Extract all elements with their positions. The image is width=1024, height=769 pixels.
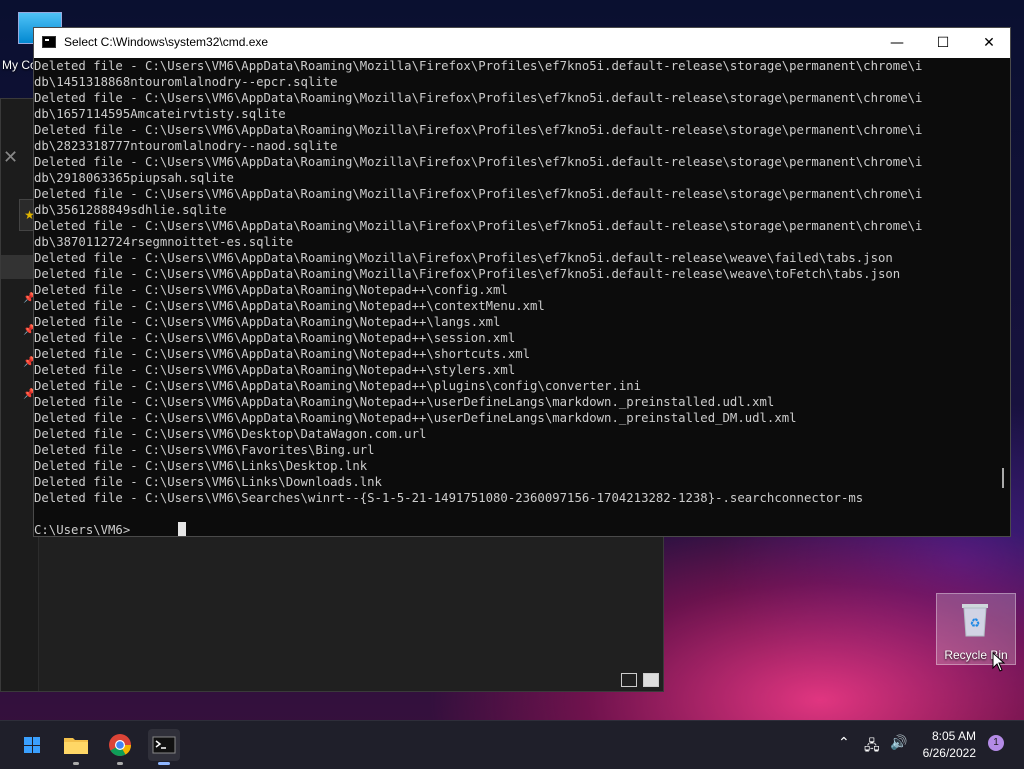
console-scrollbar[interactable]: [996, 58, 1010, 536]
maximize-button[interactable]: ☐: [920, 28, 966, 58]
console-line: Deleted file - C:\Users\VM6\Favorites\Bi…: [34, 443, 375, 457]
console-line: Deleted file - C:\Users\VM6\AppData\Roam…: [34, 123, 923, 137]
folder-icon: [64, 738, 88, 754]
cmd-window[interactable]: Select C:\Windows\system32\cmd.exe — ☐ ✕…: [33, 27, 1011, 537]
console-line: Deleted file - C:\Users\VM6\AppData\Roam…: [34, 91, 923, 105]
console-line: Deleted file - C:\Users\VM6\Links\Deskto…: [34, 459, 368, 473]
svg-text:♻: ♻: [970, 616, 981, 630]
console-line: Deleted file - C:\Users\VM6\AppData\Roam…: [34, 59, 923, 73]
console-line: Deleted file - C:\Users\VM6\AppData\Roam…: [34, 155, 923, 169]
clock-date[interactable]: 6/26/2022: [910, 746, 976, 760]
window-title: Select C:\Windows\system32\cmd.exe: [64, 35, 269, 49]
prompt-text: C:\Users\VM6>: [34, 523, 131, 536]
pin-icon: 📌: [23, 293, 36, 304]
pin-icon: 📌: [23, 357, 36, 368]
command-prompt[interactable]: C:\Users\VM6>: [34, 522, 996, 536]
running-indicator: [117, 762, 123, 765]
console-line: db\2918063365piupsah.sqlite: [34, 171, 234, 185]
cmd-titlebar[interactable]: Select C:\Windows\system32\cmd.exe — ☐ ✕: [34, 28, 1010, 58]
chevron-up-icon[interactable]: ⌃: [838, 735, 850, 751]
scrollbar-thumb[interactable]: [1002, 468, 1004, 488]
taskbar: ⌃ 🖧 🔊 8:05 AM 6/26/2022: [0, 720, 1024, 769]
console-line: Deleted file - C:\Users\VM6\AppData\Roam…: [34, 251, 893, 265]
console-line: db\1451318868ntouromlalnodry--epcr.sqlit…: [34, 75, 338, 89]
console-line: Deleted file - C:\Users\VM6\AppData\Roam…: [34, 347, 531, 361]
console-line: Deleted file - C:\Users\VM6\Searches\win…: [34, 491, 864, 505]
close-button[interactable]: ✕: [966, 28, 1012, 58]
active-indicator: [158, 762, 170, 765]
details-view-icon[interactable]: [621, 673, 637, 687]
console-line: Deleted file - C:\Users\VM6\AppData\Roam…: [34, 379, 642, 393]
console-line: Deleted file - C:\Users\VM6\AppData\Roam…: [34, 219, 923, 233]
console-output[interactable]: Deleted file - C:\Users\VM6\AppData\Roam…: [34, 58, 996, 536]
cmd-app-icon[interactable]: [42, 36, 56, 48]
pin-icon: 📌: [23, 325, 36, 336]
console-line: Deleted file - C:\Users\VM6\AppData\Roam…: [34, 331, 516, 345]
start-button[interactable]: [16, 729, 48, 761]
network-icon[interactable]: 🖧: [864, 735, 880, 759]
console-line: Deleted file - C:\Users\VM6\Links\Downlo…: [34, 475, 382, 489]
windows-icon: [24, 737, 40, 753]
close-icon[interactable]: ✕: [3, 147, 18, 168]
console-line: db\3561288849sdhlie.sqlite: [34, 203, 227, 217]
chrome-taskbar-button[interactable]: [104, 729, 136, 765]
recycle-bin-icon: ♻: [962, 604, 988, 637]
console-line: Deleted file - C:\Users\VM6\Desktop\Data…: [34, 427, 427, 441]
console-line: db\1657114595Amcateirvtisty.sqlite: [34, 107, 286, 121]
console-line: db\3870112724rsegmnoittet-es.sqlite: [34, 235, 294, 249]
notification-badge[interactable]: 1: [988, 735, 1004, 751]
pin-icon: 📌: [23, 389, 36, 400]
computer-desktop-label[interactable]: My Co: [2, 58, 37, 72]
cmd-taskbar-button[interactable]: [148, 729, 180, 765]
clock-time[interactable]: 8:05 AM: [910, 729, 976, 743]
terminal-icon: [152, 736, 176, 754]
file-explorer-taskbar-button[interactable]: [60, 729, 92, 765]
minimize-button[interactable]: —: [874, 28, 920, 58]
text-cursor: [178, 522, 187, 536]
console-line: Deleted file - C:\Users\VM6\AppData\Roam…: [34, 283, 508, 297]
large-icons-view-icon[interactable]: [643, 673, 659, 687]
console-line: Deleted file - C:\Users\VM6\AppData\Roam…: [34, 411, 797, 425]
console-line: Deleted file - C:\Users\VM6\AppData\Roam…: [34, 363, 516, 377]
console-line: db\2823318777ntouromlalnodry--naod.sqlit…: [34, 139, 338, 153]
chrome-icon: [109, 734, 131, 756]
console-line: Deleted file - C:\Users\VM6\AppData\Roam…: [34, 299, 545, 313]
console-line: Deleted file - C:\Users\VM6\AppData\Roam…: [34, 395, 775, 409]
console-line: Deleted file - C:\Users\VM6\AppData\Roam…: [34, 315, 501, 329]
volume-icon[interactable]: 🔊: [890, 735, 907, 751]
console-line: Deleted file - C:\Users\VM6\AppData\Roam…: [34, 267, 901, 281]
mouse-cursor-icon: [992, 652, 1006, 672]
running-indicator: [73, 762, 79, 765]
console-line: Deleted file - C:\Users\VM6\AppData\Roam…: [34, 187, 923, 201]
